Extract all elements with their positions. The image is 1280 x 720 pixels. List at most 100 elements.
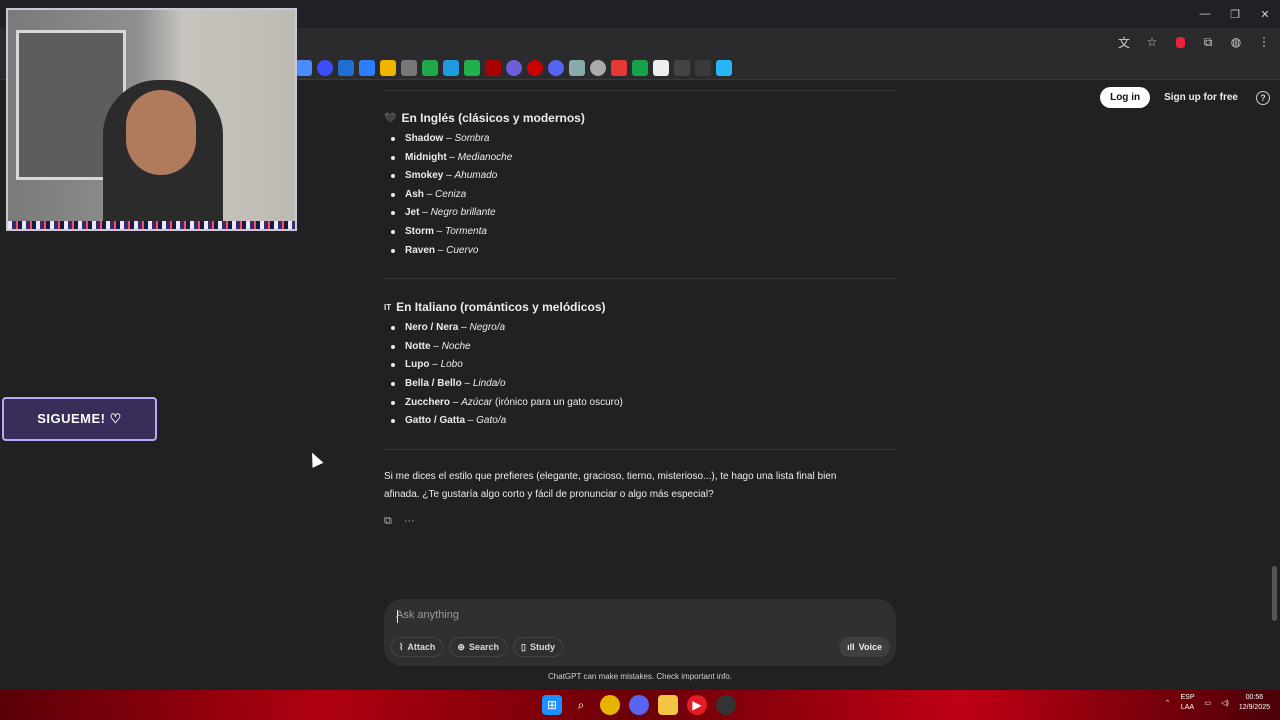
ask-input[interactable]: [396, 609, 876, 621]
composer-tools: ⌇ Attach ⊕ Search ▯ Study: [391, 637, 563, 657]
bookmark-icon[interactable]: [506, 60, 522, 76]
study-button[interactable]: ▯ Study: [513, 637, 563, 657]
extension-red-icon[interactable]: [1170, 32, 1190, 52]
voice-label: Voice: [858, 642, 882, 652]
cat-name: Raven: [405, 244, 436, 256]
bookmark-icon[interactable]: [296, 60, 312, 76]
language-bottom: LAA: [1180, 704, 1195, 711]
separator: –: [433, 225, 446, 237]
bookmark-icon[interactable]: [380, 60, 396, 76]
separator: –: [446, 151, 458, 163]
bookmark-icon[interactable]: [443, 60, 459, 76]
window-controls: — ❐ ✕: [1190, 0, 1280, 28]
cat-name: Bella / Bello: [405, 377, 462, 389]
file-explorer-icon[interactable]: [658, 695, 678, 715]
separator: –: [465, 415, 477, 427]
message-actions: ⧉ ···: [384, 515, 896, 528]
translation: Linda/o: [472, 377, 506, 389]
bookmark-icon[interactable]: [401, 60, 417, 76]
star-icon[interactable]: ☆: [1142, 32, 1162, 52]
bookmark-icon[interactable]: [422, 60, 438, 76]
cat-name: Lupo: [405, 359, 430, 371]
name-list: Nero / Nera – Negro/a Notte – Noche Lupo…: [384, 319, 896, 431]
help-icon[interactable]: ?: [1256, 90, 1270, 105]
more-options-icon[interactable]: ···: [404, 515, 415, 528]
cat-name: Smokey: [405, 170, 444, 182]
bookmark-icon[interactable]: [611, 60, 627, 76]
chrome-icon[interactable]: [600, 695, 620, 715]
close-window-button[interactable]: ✕: [1250, 0, 1280, 28]
globe-icon: ⊕: [457, 641, 465, 652]
paperclip-icon: ⌇: [399, 641, 404, 652]
section-title: En Italiano (románticos y melódicos): [396, 300, 606, 315]
cat-name: Ash: [405, 188, 424, 200]
bookmark-icon[interactable]: [338, 60, 354, 76]
cat-name: Notte: [405, 340, 431, 352]
youtube-icon[interactable]: ▶: [687, 695, 707, 715]
clock[interactable]: 00:56 12/9/2025: [1239, 693, 1270, 713]
list-item: Ash – Ceniza: [384, 186, 896, 205]
bookmark-icon[interactable]: [716, 60, 732, 76]
bookmark-icon[interactable]: [359, 60, 375, 76]
cat-name: Shadow: [405, 133, 444, 144]
separator: –: [461, 377, 473, 389]
translation: Sombra: [454, 133, 490, 144]
bookmark-icon[interactable]: [653, 60, 669, 76]
separator: –: [443, 133, 455, 144]
profile-icon[interactable]: ◍: [1226, 32, 1246, 52]
restore-button[interactable]: ❐: [1220, 0, 1250, 28]
list-item: Bella / Bello – Linda/o: [384, 375, 896, 394]
translation: Ahumado: [454, 170, 498, 182]
list-item: Jet – Negro brillante: [384, 204, 896, 223]
webcam-overlay: [6, 8, 297, 231]
bookmark-icon[interactable]: [485, 60, 501, 76]
voice-button[interactable]: ıll Voice: [839, 637, 890, 657]
volume-icon[interactable]: ◁): [1221, 699, 1229, 707]
clock-date: 12/9/2025: [1238, 704, 1270, 711]
bookmark-icon[interactable]: [695, 60, 711, 76]
windows-start-icon[interactable]: ⊞: [542, 695, 562, 715]
bookmark-icon[interactable]: [527, 60, 543, 76]
section-divider: [384, 90, 896, 91]
bookmark-icon[interactable]: [464, 60, 480, 76]
log-in-button[interactable]: Log in: [1100, 87, 1151, 108]
puzzle-icon[interactable]: ⧉: [1198, 32, 1218, 52]
cat-name: Nero / Nera: [405, 322, 459, 334]
network-icon[interactable]: ▭: [1205, 699, 1212, 707]
list-item: Zucchero – Azúcar (irónico para un gato …: [384, 394, 896, 413]
translation: Noche: [441, 340, 471, 352]
black-heart-icon: 🖤: [384, 112, 397, 124]
separator: –: [450, 396, 462, 408]
list-item: Gatto / Gatta – Gato/a: [384, 412, 896, 431]
list-item: Lupo – Lobo: [384, 356, 896, 375]
search-icon[interactable]: ⌕: [571, 695, 591, 715]
bookmark-icon[interactable]: [317, 60, 333, 76]
sign-up-button[interactable]: Sign up for free: [1156, 87, 1246, 108]
bookmark-icon[interactable]: [569, 60, 585, 76]
cat-name: Gatto / Gatta: [405, 415, 466, 427]
obs-icon[interactable]: [716, 695, 736, 715]
search-button[interactable]: ⊕ Search: [449, 637, 507, 657]
discord-icon[interactable]: [629, 695, 649, 715]
bookmark-icon[interactable]: [548, 60, 564, 76]
section-english: 🖤 En Inglés (clásicos y modernos) Shadow…: [384, 111, 896, 260]
separator: –: [419, 207, 431, 219]
chevron-up-icon[interactable]: ⌃: [1165, 699, 1171, 707]
bookmark-icon[interactable]: [632, 60, 648, 76]
language-indicator[interactable]: ESP LAA: [1180, 693, 1194, 713]
menu-icon[interactable]: ⋮: [1254, 32, 1274, 52]
list-item: Notte – Noche: [384, 338, 896, 357]
attach-button[interactable]: ⌇ Attach: [391, 637, 444, 657]
minimize-button[interactable]: —: [1190, 0, 1220, 28]
bookmark-icon[interactable]: [590, 60, 606, 76]
separator: –: [435, 244, 447, 256]
translation: Cuervo: [446, 244, 479, 256]
translate-icon[interactable]: 文: [1114, 32, 1134, 52]
bookmark-icon[interactable]: [674, 60, 690, 76]
translation: Negro brillante: [430, 207, 496, 219]
copy-icon[interactable]: ⧉: [384, 515, 392, 528]
cat-name: Storm: [405, 225, 434, 237]
translation: Negro/a: [469, 322, 506, 334]
italy-flag-icon: IT: [384, 302, 392, 312]
scrollbar-thumb[interactable]: [1272, 566, 1277, 621]
